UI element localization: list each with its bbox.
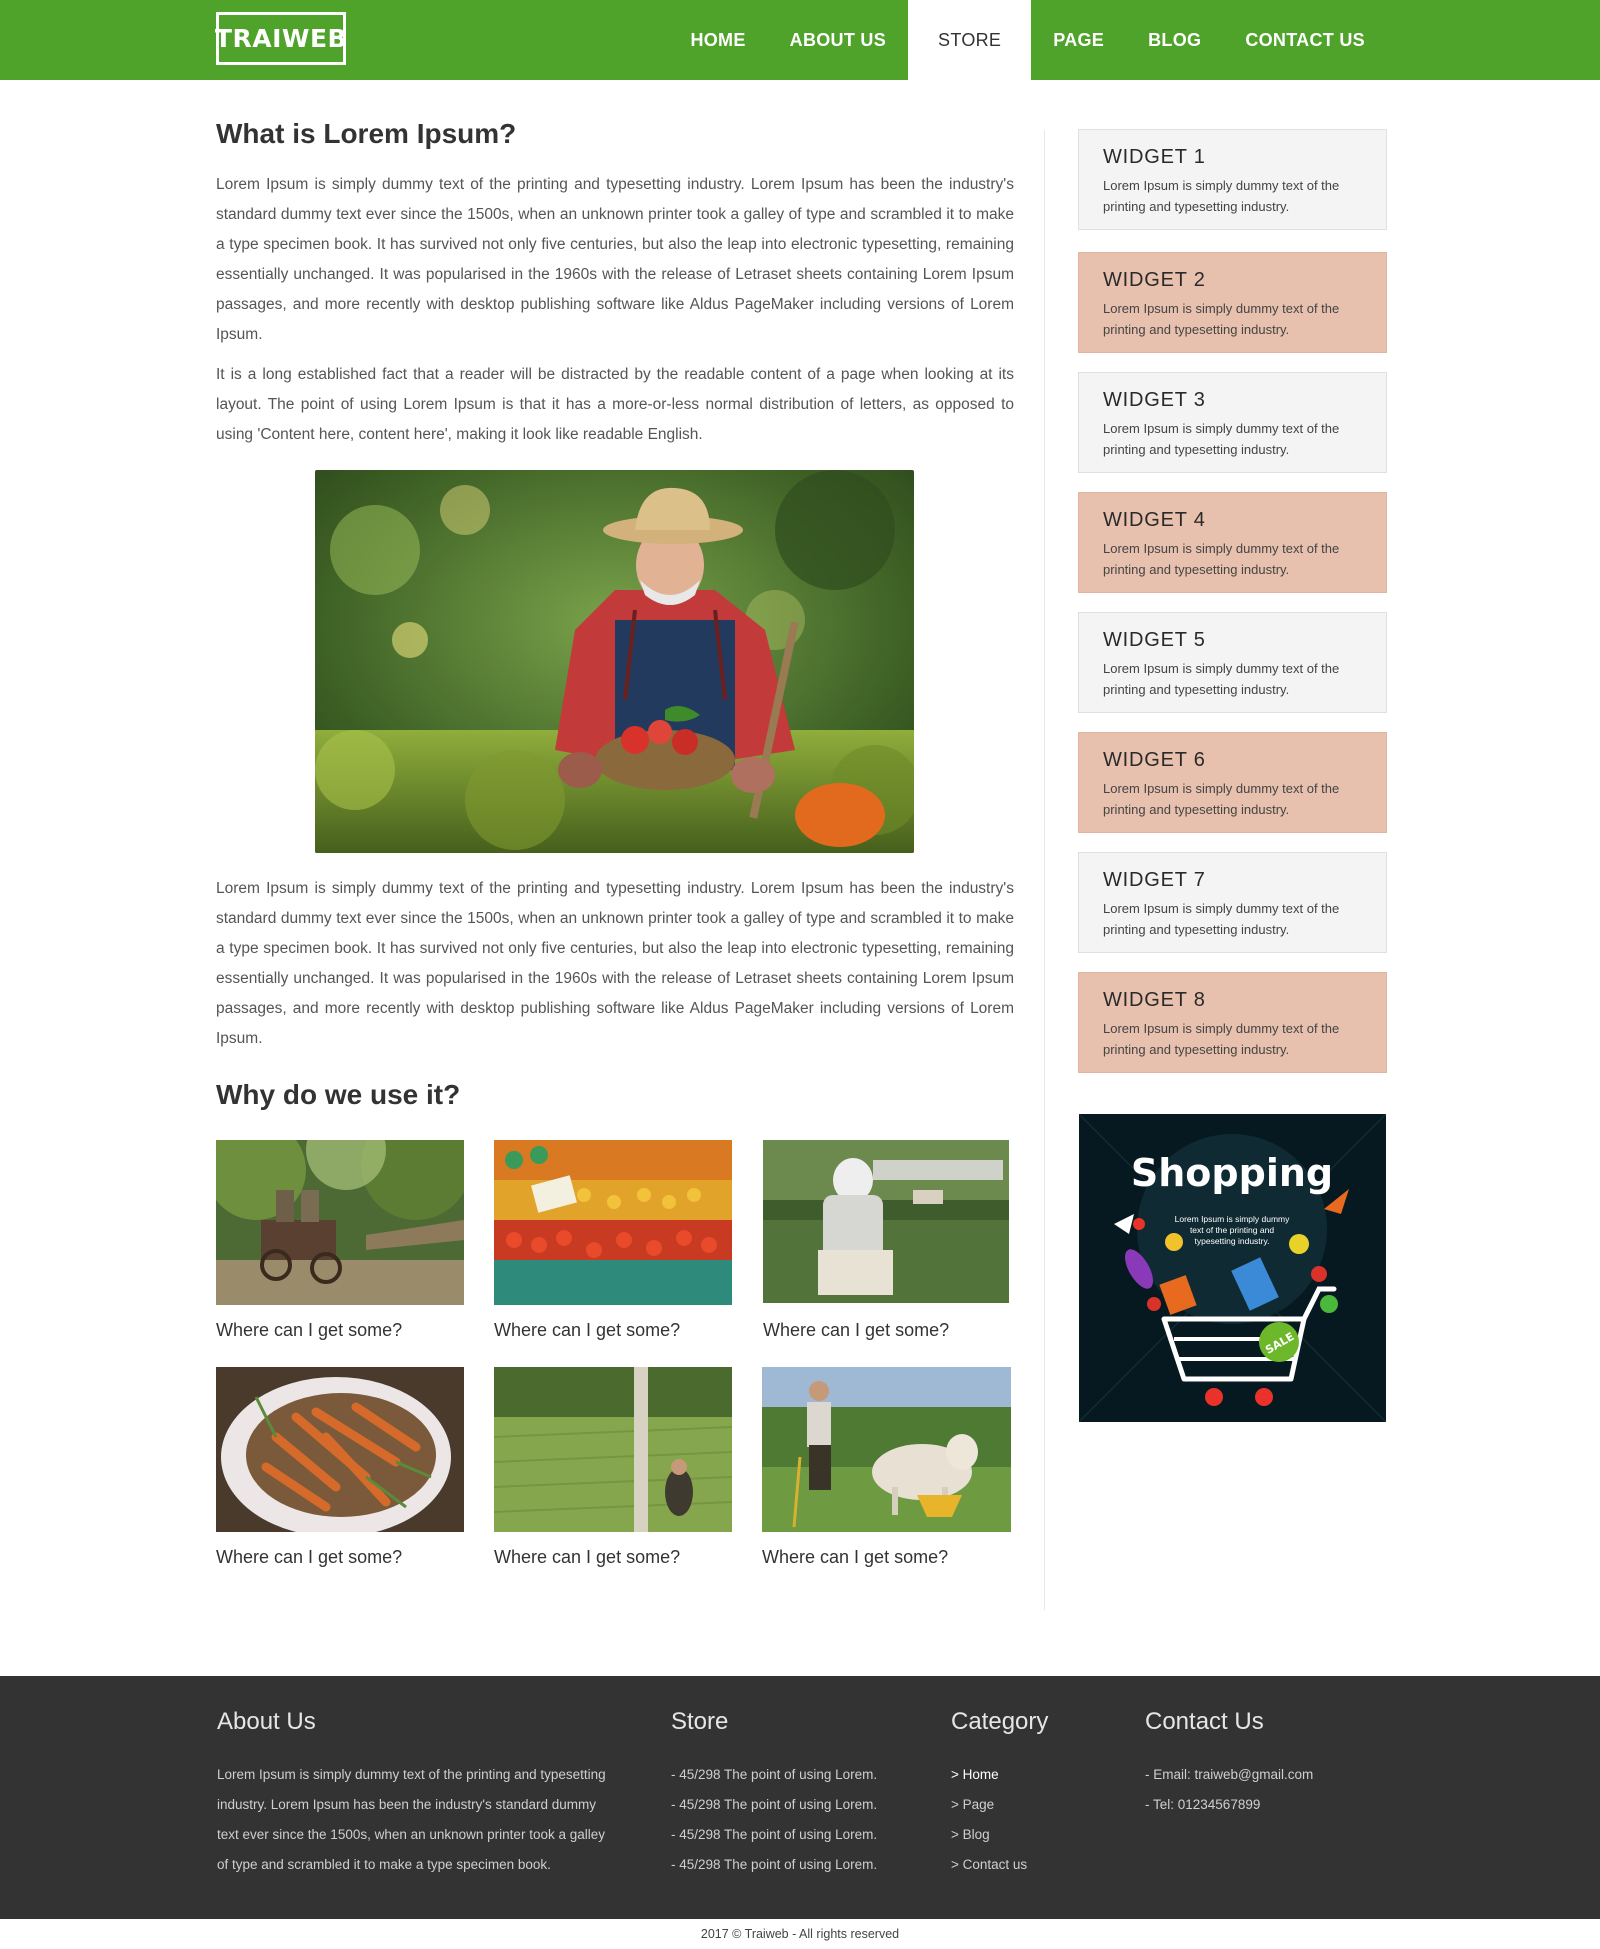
footer-category-blog[interactable]: > Blog [951,1820,1101,1850]
widget-3[interactable]: WIDGET 3 Lorem Ipsum is simply dummy tex… [1078,372,1387,473]
footer-contact-title: Contact Us [1145,1708,1264,1735]
nav-blog[interactable]: BLOG [1126,0,1223,80]
widget-title: WIDGET 6 [1103,749,1206,771]
gallery-image-carrots[interactable] [216,1367,464,1532]
widget-text: Lorem Ipsum is simply dummy text of the … [1103,781,1340,817]
widget-text: Lorem Ipsum is simply dummy text of the … [1103,661,1340,697]
footer-category-label: Page [962,1797,995,1812]
widget-title: WIDGET 1 [1103,146,1206,168]
footer-about-title: About Us [217,1708,316,1735]
logo[interactable]: TRAIWEB [215,12,347,65]
third-paragraph: Lorem Ipsum is simply dummy text of the … [216,880,1014,1047]
widget-4[interactable]: WIDGET 4 Lorem Ipsum is simply dummy tex… [1078,492,1387,593]
nav-contact-us[interactable]: CONTACT US [1223,0,1387,80]
footer-store-item[interactable]: - 45/298 The point of using Lorem. [671,1790,911,1820]
widget-1[interactable]: WIDGET 1 Lorem Ipsum is simply dummy tex… [1078,129,1387,230]
gallery-image-market[interactable] [494,1140,732,1305]
footer-about: About Us Lorem Ipsum is simply dummy tex… [217,1708,617,1880]
footer-store: Store - 45/298 The point of using Lorem.… [671,1708,911,1880]
gallery-caption[interactable]: Where can I get some? [494,1547,680,1568]
site-footer: About Us Lorem Ipsum is simply dummy tex… [0,1676,1600,1919]
widget-text: Lorem Ipsum is simply dummy text of the … [1103,901,1340,937]
footer-contact: Contact Us - Email: traiweb@gmail.com - … [1145,1708,1385,1820]
gallery-caption[interactable]: Where can I get some? [494,1320,680,1341]
footer-category-label: Blog [962,1827,990,1842]
nav-page[interactable]: PAGE [1031,0,1126,80]
widget-title: WIDGET 8 [1103,989,1206,1011]
second-paragraph: It is a long established fact that a rea… [216,366,1014,443]
main-nav: HOME ABOUT US STORE PAGE BLOG CONTACT US [668,0,1387,80]
gallery-caption[interactable]: Where can I get some? [762,1547,948,1568]
widget-title: WIDGET 7 [1103,869,1206,891]
gallery-caption[interactable]: Where can I get some? [216,1547,402,1568]
intro-paragraph: Lorem Ipsum is simply dummy text of the … [216,176,1014,343]
copyright: 2017 © Traiweb - All rights reserved [700,1927,900,1941]
footer-contact-tel[interactable]: - Tel: 01234567899 [1145,1790,1385,1820]
gallery-image-cart[interactable] [216,1140,464,1305]
section-title-why: Why do we use it? [216,1079,461,1110]
widget-text: Lorem Ipsum is simply dummy text of the … [1103,421,1340,457]
footer-about-text: Lorem Ipsum is simply dummy text of the … [217,1767,606,1872]
sidebar-divider [1044,130,1045,1610]
ad-title: Shopping [1131,1151,1333,1195]
nav-home[interactable]: HOME [668,0,767,80]
widget-8[interactable]: WIDGET 8 Lorem Ipsum is simply dummy tex… [1078,972,1387,1073]
footer-category-label: Home [962,1767,999,1782]
gallery-image-beekeeper[interactable] [763,1140,1009,1303]
gallery-image-rice-field[interactable] [494,1367,732,1532]
ad-text-line: Lorem Ipsum is simply dummy [1175,1214,1291,1224]
footer-category-title: Category [951,1708,1049,1735]
footer-category-home[interactable]: > Home [951,1760,1101,1790]
widget-text: Lorem Ipsum is simply dummy text of the … [1103,178,1340,214]
footer-contact-email[interactable]: - Email: traiweb@gmail.com [1145,1760,1385,1790]
widget-title: WIDGET 2 [1103,269,1206,291]
ad-text-line: text of the printing and [1190,1225,1274,1235]
widget-text: Lorem Ipsum is simply dummy text of the … [1103,1021,1340,1057]
widget-2[interactable]: WIDGET 2 Lorem Ipsum is simply dummy tex… [1078,252,1387,353]
section-title-what: What is Lorem Ipsum? [216,118,517,149]
footer-store-title: Store [671,1708,729,1735]
footer-category-label: Contact us [962,1857,1028,1872]
gallery-caption[interactable]: Where can I get some? [216,1320,402,1341]
widget-title: WIDGET 5 [1103,629,1206,651]
ad-text-line: typesetting industry. [1195,1236,1270,1246]
widget-text: Lorem Ipsum is simply dummy text of the … [1103,301,1340,337]
widget-title: WIDGET 4 [1103,509,1206,531]
widget-7[interactable]: WIDGET 7 Lorem Ipsum is simply dummy tex… [1078,852,1387,953]
footer-store-item[interactable]: - 45/298 The point of using Lorem. [671,1820,911,1850]
footer-store-item[interactable]: - 45/298 The point of using Lorem. [671,1850,911,1880]
shopping-ad-banner[interactable]: Shopping Lorem Ipsum is simply dummy tex… [1079,1114,1386,1422]
nav-about-us[interactable]: ABOUT US [768,0,908,80]
widget-5[interactable]: WIDGET 5 Lorem Ipsum is simply dummy tex… [1078,612,1387,713]
gallery-image-cows[interactable] [762,1367,1011,1532]
footer-category-page[interactable]: > Page [951,1790,1101,1820]
footer-category: Category > Home > Page > Blog > Contact … [951,1708,1101,1880]
widget-title: WIDGET 3 [1103,389,1206,411]
footer-store-item[interactable]: - 45/298 The point of using Lorem. [671,1760,911,1790]
hero-image-farmer [315,470,914,853]
widget-6[interactable]: WIDGET 6 Lorem Ipsum is simply dummy tex… [1078,732,1387,833]
gallery-caption[interactable]: Where can I get some? [763,1320,949,1341]
site-header: TRAIWEB HOME ABOUT US STORE PAGE BLOG CO… [0,0,1600,80]
widget-text: Lorem Ipsum is simply dummy text of the … [1103,541,1340,577]
footer-category-contact[interactable]: > Contact us [951,1850,1101,1880]
nav-store[interactable]: STORE [908,0,1032,80]
